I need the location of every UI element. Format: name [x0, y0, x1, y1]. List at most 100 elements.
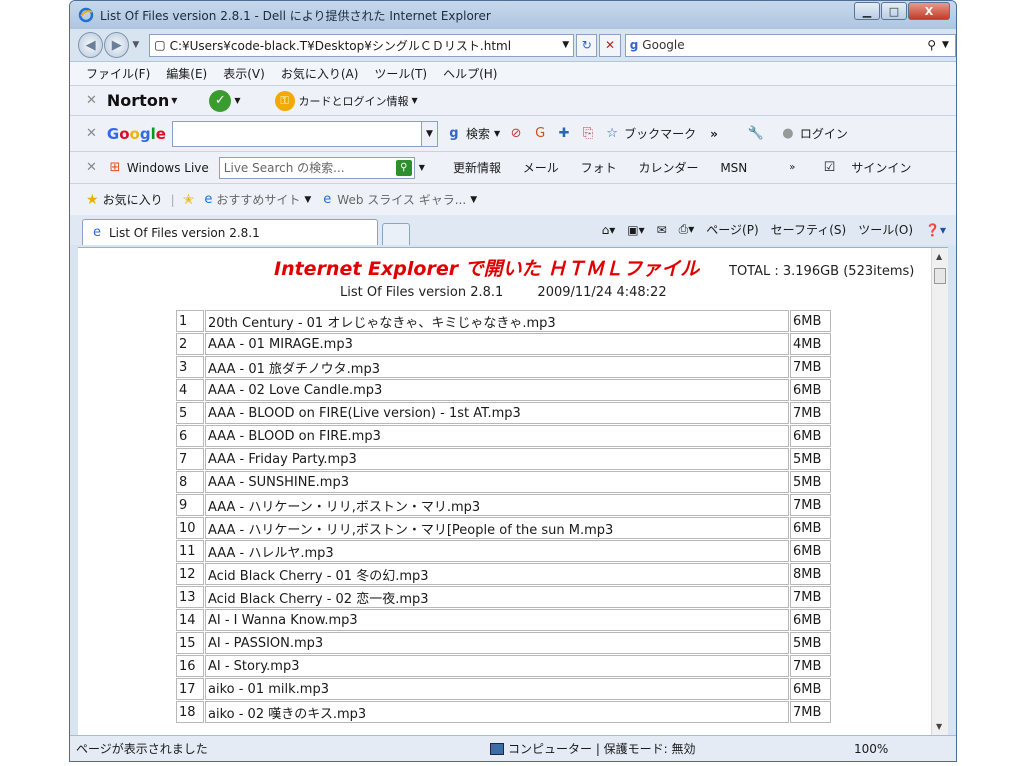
stop-button[interactable]: ✕ — [599, 33, 621, 57]
google-login-button[interactable]: ログイン — [800, 125, 848, 142]
maximize-button[interactable]: □ — [881, 2, 907, 20]
minimize-button[interactable]: ▁ — [854, 2, 880, 20]
menu-file[interactable]: ファイル(F) — [86, 65, 150, 82]
history-dropdown-icon[interactable]: ▼ — [132, 40, 139, 50]
help-icon[interactable]: ❓▾ — [925, 223, 946, 237]
table-row: 9 AAA - ハリケーン・リリ,ボストン・マリ.mp3 7MB — [176, 494, 831, 516]
table-row: 10 AAA - ハリケーン・リリ,ボストン・マリ[People of the s… — [176, 517, 831, 539]
browser-window: List Of Files version 2.8.1 - Dell により提供… — [69, 0, 957, 762]
scroll-up-icon[interactable]: ▲ — [936, 252, 942, 261]
live-link-msn[interactable]: MSN — [720, 161, 747, 175]
popup-blocker-icon[interactable]: ⊘ — [508, 126, 524, 142]
file-size: 6MB — [790, 540, 831, 562]
google-search-input[interactable]: ▼ — [171, 120, 438, 147]
google-search-dropdown-icon[interactable]: ▼ — [420, 121, 437, 146]
favorites-button[interactable]: お気に入り — [103, 191, 163, 208]
search-dropdown-icon[interactable]: ▼ — [942, 40, 949, 50]
close-button[interactable]: X — [908, 2, 950, 20]
tools-menu-button[interactable]: ツール(O) — [858, 221, 913, 238]
pagerank-icon[interactable]: G — [532, 126, 548, 142]
page-file-icon: ▢ — [154, 38, 166, 52]
norton-dropdown-icon[interactable]: ▼ — [171, 96, 177, 105]
menu-edit[interactable]: 編集(E) — [166, 65, 207, 82]
close-toolbar-icon[interactable]: ✕ — [86, 160, 97, 175]
vertical-scrollbar[interactable]: ▲ ▼ — [931, 248, 948, 735]
login-info-button[interactable]: カードとログイン情報 — [299, 93, 409, 109]
row-number: 17 — [176, 678, 204, 700]
back-button[interactable]: ◀ — [78, 32, 104, 58]
norton-safe-icon[interactable]: ✓ — [209, 89, 232, 112]
file-size: 8MB — [790, 563, 831, 585]
file-name: AAA - 02 Love Candle.mp3 — [205, 379, 789, 401]
search-icon[interactable]: ⚲ — [927, 38, 936, 52]
live-link-calendar[interactable]: カレンダー — [638, 161, 698, 175]
mail-icon[interactable]: ✉ — [657, 223, 667, 237]
search-engine-label: Google — [642, 38, 685, 52]
table-row: 14 AI - I Wanna Know.mp3 6MB — [176, 609, 831, 631]
add-button-icon[interactable]: ✚ — [556, 126, 572, 142]
generated-datetime: 2009/11/24 4:48:22 — [537, 285, 667, 300]
web-slice-icon: e — [323, 192, 332, 207]
row-number: 13 — [176, 586, 204, 608]
login-info-dropdown-icon[interactable]: ▼ — [412, 96, 418, 105]
search-dropdown-icon[interactable]: ▼ — [494, 129, 500, 138]
add-favorites-icon[interactable]: ✭ — [183, 192, 195, 208]
address-dropdown-icon[interactable]: ▼ — [562, 40, 569, 50]
web-slice-button[interactable]: Web スライス ギャラ... — [337, 191, 466, 208]
forward-button[interactable]: ▶ — [104, 32, 130, 58]
menu-view[interactable]: 表示(V) — [223, 65, 265, 82]
file-size: 6MB — [790, 425, 831, 447]
live-search-input[interactable]: Live Search の検索... ⚲ — [218, 156, 415, 179]
ie-small-icon: e — [204, 192, 213, 207]
live-more-icon[interactable]: » — [789, 162, 795, 173]
zoom-level[interactable]: 100% — [854, 742, 888, 756]
close-toolbar-icon[interactable]: ✕ — [86, 126, 97, 141]
menu-help[interactable]: ヘルプ(H) — [443, 65, 497, 82]
tab-ie-icon: e — [93, 225, 101, 240]
bookmark-star-icon[interactable]: ☆ — [604, 126, 620, 142]
home-icon[interactable]: ⌂▾ — [602, 223, 616, 237]
web-slice-dropdown-icon[interactable]: ▼ — [470, 195, 477, 205]
close-toolbar-icon[interactable]: ✕ — [86, 93, 97, 108]
google-search-button[interactable]: 検索 — [466, 125, 490, 142]
print-icon[interactable]: ⎙▾ — [679, 222, 695, 237]
signin-checkbox-icon: ☑ — [823, 160, 836, 175]
windows-live-brand[interactable]: Windows Live — [127, 161, 209, 175]
title-bar: List Of Files version 2.8.1 - Dell により提供… — [70, 1, 956, 29]
safe-dropdown-icon[interactable]: ▼ — [234, 96, 240, 105]
file-name: AAA - 01 旅ダチノウタ.mp3 — [205, 356, 789, 378]
address-bar[interactable]: ▢ C:¥Users¥code-black.T¥Desktop¥シングルＣＤリス… — [149, 33, 575, 57]
file-name: AI - PASSION.mp3 — [205, 632, 789, 654]
tab-active[interactable]: e List Of Files version 2.8.1 — [82, 219, 378, 245]
live-signin-button[interactable]: サインイン — [851, 159, 911, 176]
refresh-icon: ↻ — [581, 38, 592, 52]
live-link-updates[interactable]: 更新情報 — [453, 161, 501, 175]
row-number: 12 — [176, 563, 204, 585]
norton-brand[interactable]: Norton — [107, 91, 169, 110]
refresh-button[interactable]: ↻ — [576, 33, 598, 57]
live-search-go-icon[interactable]: ⚲ — [395, 159, 412, 176]
translate-icon[interactable]: ⎘ — [580, 126, 596, 142]
menu-tools[interactable]: ツール(T) — [374, 65, 427, 82]
google-search-icon[interactable]: g — [446, 126, 462, 142]
feeds-icon[interactable]: ▣▾ — [627, 223, 644, 237]
search-box[interactable]: g Google ⚲ ▼ — [624, 33, 956, 57]
live-link-photos[interactable]: フォト — [581, 161, 617, 175]
file-name: AAA - BLOOD on FIRE.mp3 — [205, 425, 789, 447]
live-search-dropdown-icon[interactable]: ▼ — [419, 163, 425, 172]
row-number: 2 — [176, 333, 204, 355]
live-link-mail[interactable]: メール — [523, 161, 559, 175]
table-row: 1 20th Century - 01 オレじゃなきゃ、キミじゃなきゃ.mp3 6M… — [176, 310, 831, 332]
safety-menu-button[interactable]: セーフティ(S) — [771, 221, 847, 238]
new-tab-button[interactable] — [382, 223, 410, 245]
scroll-thumb[interactable] — [934, 268, 946, 284]
more-icon[interactable]: » — [710, 127, 718, 141]
page-menu-button[interactable]: ページ(P) — [706, 221, 758, 238]
suggested-dropdown-icon[interactable]: ▼ — [304, 195, 311, 205]
bookmarks-button[interactable]: ブックマーク — [624, 125, 696, 142]
scroll-down-icon[interactable]: ▼ — [936, 722, 942, 731]
address-row: ◀ ▶ ▼ ▢ C:¥Users¥code-black.T¥Desktop¥シン… — [70, 29, 956, 61]
suggested-sites-button[interactable]: おすすめサイト — [216, 191, 300, 208]
settings-wrench-icon[interactable]: 🔧 — [748, 126, 764, 142]
menu-favorites[interactable]: お気に入り(A) — [281, 65, 359, 82]
